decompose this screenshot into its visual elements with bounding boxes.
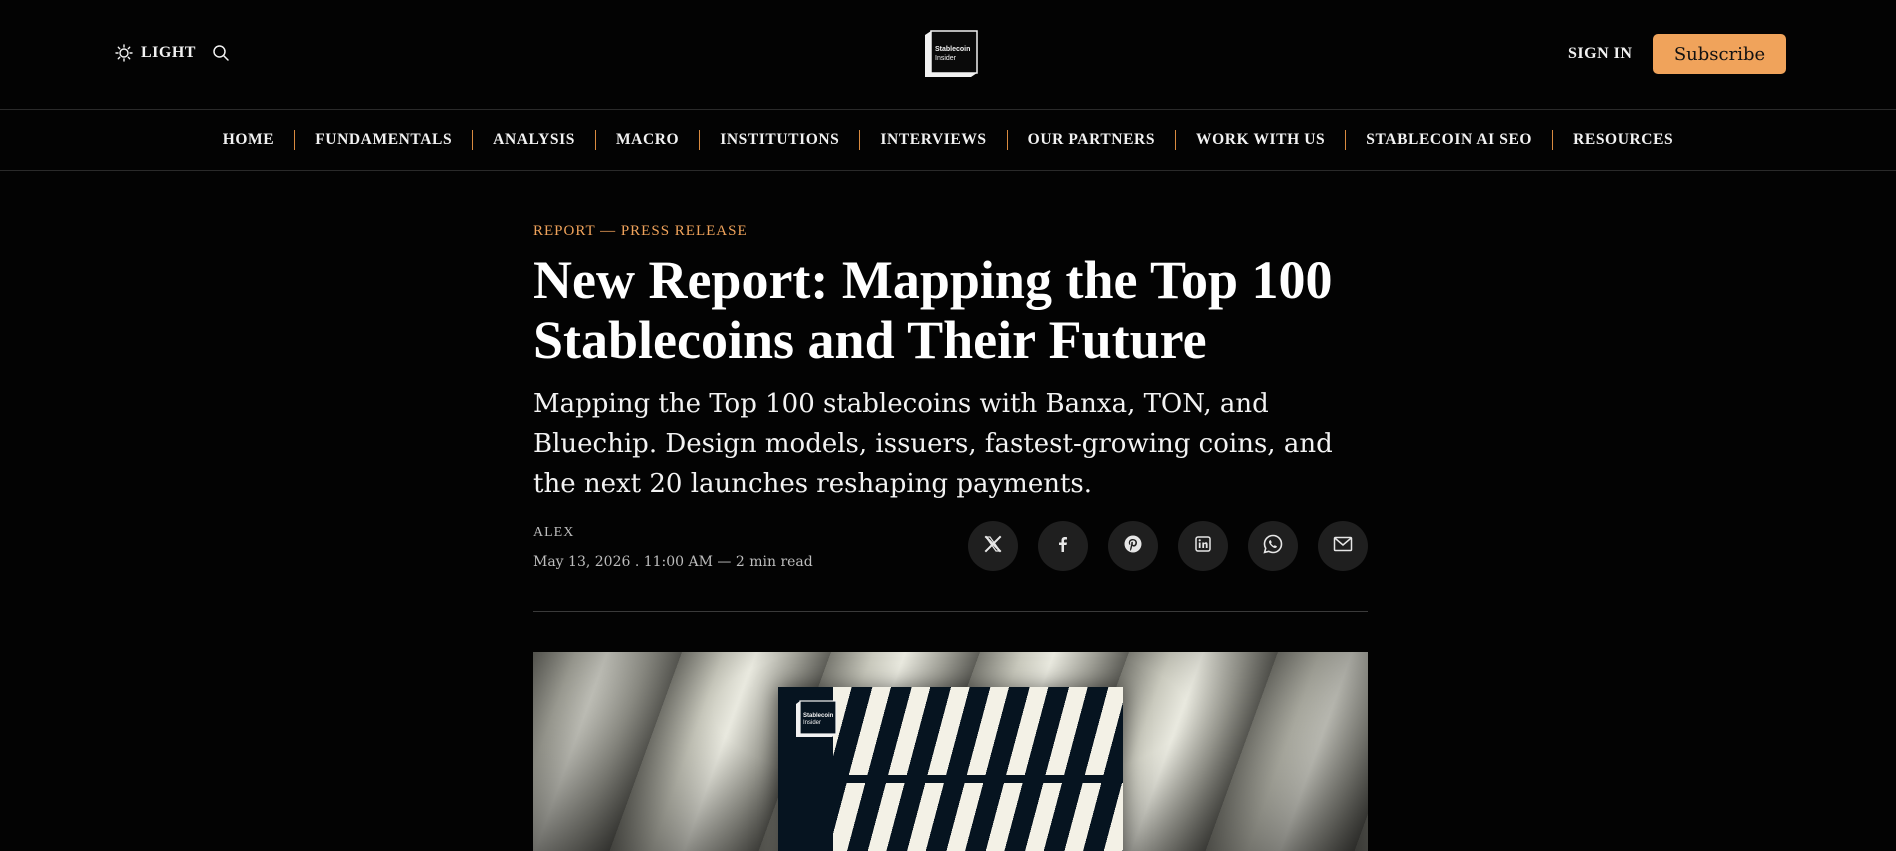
share-buttons: [968, 521, 1368, 571]
search-icon: [212, 45, 230, 66]
cover-logo-text-primary: Stablecoin: [803, 713, 834, 719]
cover-logo-text-secondary: Insider: [803, 720, 821, 726]
share-pinterest-button[interactable]: [1108, 521, 1158, 571]
nav-item-macro[interactable]: MACRO: [616, 131, 679, 149]
nav-divider: [0, 170, 1896, 171]
share-linkedin-button[interactable]: [1178, 521, 1228, 571]
cover-band: [778, 775, 1123, 783]
article-author[interactable]: ALEX: [533, 525, 574, 541]
facebook-icon: [1054, 535, 1072, 557]
nav-item-interviews[interactable]: INTERVIEWS: [880, 131, 986, 149]
article-subtitle: Mapping the Top 100 stablecoins with Ban…: [533, 389, 1333, 499]
share-facebook-button[interactable]: [1038, 521, 1088, 571]
nav-separator: [1552, 130, 1554, 150]
linkedin-icon: [1194, 535, 1212, 557]
share-x-button[interactable]: [968, 521, 1018, 571]
nav-item-work-with-us[interactable]: WORK WITH US: [1196, 131, 1325, 149]
nav-item-fundamentals[interactable]: FUNDAMENTALS: [315, 131, 452, 149]
nav-item-institutions[interactable]: INSTITUTIONS: [720, 131, 839, 149]
nav-separator: [294, 130, 296, 150]
logo-text-primary: Stablecoin: [935, 46, 970, 53]
article-hero-image: Stablecoin Insider: [533, 652, 1368, 851]
theme-label: LIGHT: [141, 44, 196, 61]
nav-separator: [1345, 130, 1347, 150]
article-title-line: New Report: Mapping the Top 100: [533, 250, 1333, 310]
article-meta: May 13, 2026 . 11:00 AM — 2 min read: [533, 554, 813, 570]
theme-toggle[interactable]: LIGHT: [115, 44, 196, 62]
nav-item-our-partners[interactable]: OUR PARTNERS: [1028, 131, 1155, 149]
nav-item-stablecoin-ai-seo[interactable]: STABLECOIN AI SEO: [1366, 131, 1532, 149]
nav-separator: [859, 130, 861, 150]
nav-item-resources[interactable]: RESOURCES: [1573, 131, 1673, 149]
nav-separator: [594, 130, 596, 150]
sun-icon: [115, 44, 133, 62]
logo-text-secondary: Insider: [935, 55, 957, 62]
main-nav: HOME FUNDAMENTALS ANALYSIS MACRO INSTITU…: [0, 110, 1896, 170]
site-header: LIGHT Stablecoin Insider SIGN IN Subscri…: [0, 0, 1896, 110]
site-logo[interactable]: Stablecoin Insider: [923, 29, 979, 79]
report-cover: Stablecoin Insider: [778, 687, 1123, 851]
article-title: New Report: Mapping the Top 100 Stableco…: [533, 250, 1373, 370]
share-whatsapp-button[interactable]: [1248, 521, 1298, 571]
article-title-line: Stablecoins and Their Future: [533, 310, 1207, 370]
nav-separator: [472, 130, 474, 150]
cover-logo: Stablecoin Insider: [794, 699, 838, 739]
pinterest-icon: [1123, 534, 1143, 558]
x-icon: [984, 535, 1002, 557]
share-email-button[interactable]: [1318, 521, 1368, 571]
article-category[interactable]: REPORT — PRESS RELEASE: [533, 223, 748, 240]
nav-separator: [1006, 130, 1008, 150]
cover-stripes: [833, 687, 1123, 851]
article-divider: [533, 611, 1368, 612]
nav-separator: [1175, 130, 1177, 150]
whatsapp-icon: [1262, 533, 1284, 559]
email-icon: [1333, 536, 1353, 556]
nav-separator: [699, 130, 701, 150]
search-button[interactable]: [212, 44, 230, 66]
nav-item-home[interactable]: HOME: [223, 131, 274, 149]
nav-item-analysis[interactable]: ANALYSIS: [493, 131, 575, 149]
subscribe-button[interactable]: Subscribe: [1653, 34, 1786, 74]
sign-in-link[interactable]: SIGN IN: [1568, 45, 1632, 63]
